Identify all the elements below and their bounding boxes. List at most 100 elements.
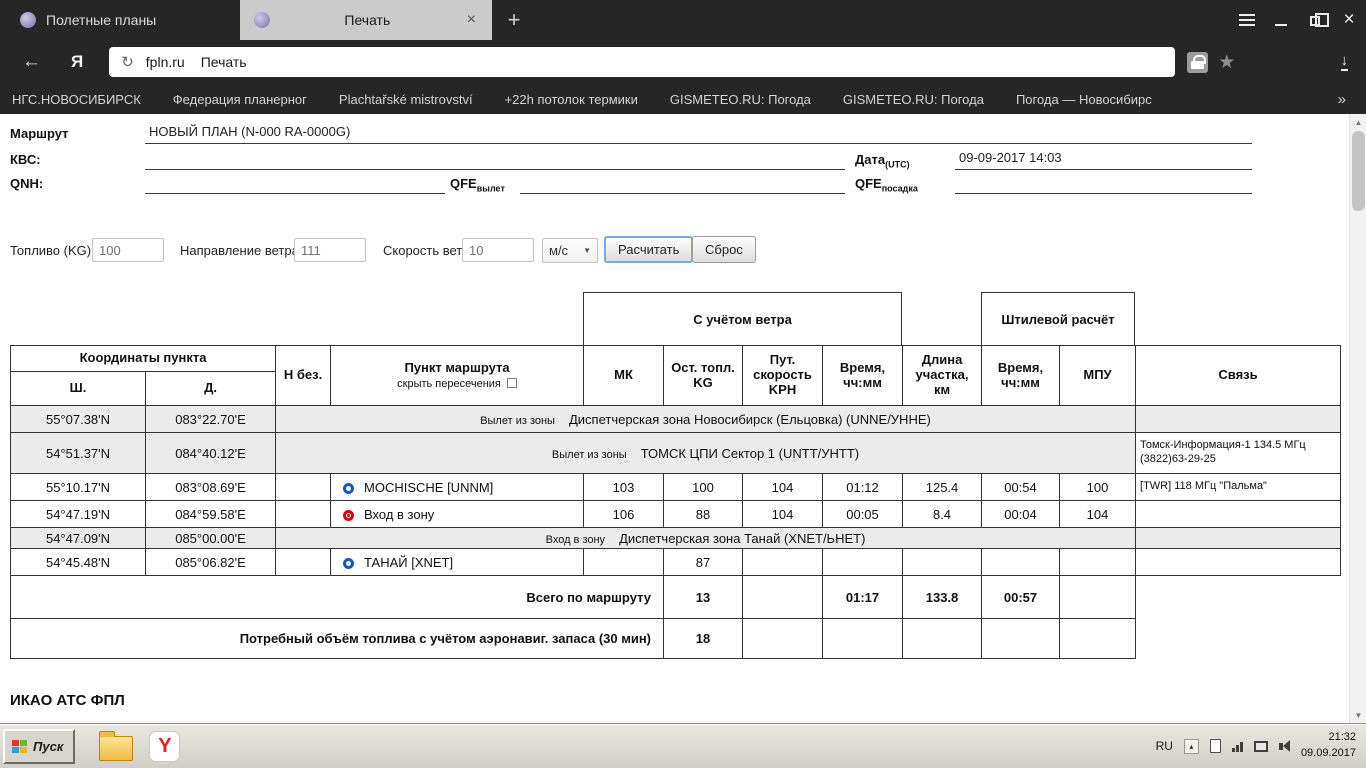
lon-cell: 083°08.69'E: [146, 474, 276, 501]
zone-row: 55°07.38'N 083°22.70'E Вылет из зоныДисп…: [11, 406, 1341, 433]
time-calm-cell: [982, 549, 1060, 576]
refresh-icon[interactable]: ↻: [121, 53, 134, 71]
mpu-cell: 104: [1060, 501, 1136, 528]
col-header-mpu: МПУ: [1060, 346, 1136, 406]
taskbar: Пуск Y RU ▴ 21:32 09.09.2017: [0, 723, 1366, 768]
lon-cell: 085°00.00'E: [146, 528, 276, 549]
close-window-button[interactable]: ×: [1332, 0, 1366, 40]
language-indicator[interactable]: RU: [1156, 739, 1173, 753]
route-field[interactable]: НОВЫЙ ПЛАН (N-000 RA-0000G): [145, 124, 1252, 144]
qnh-field[interactable]: [145, 174, 445, 194]
gs-cell: 104: [743, 501, 823, 528]
wind-direction-input[interactable]: [294, 238, 366, 262]
waypoint-radio-selected-icon[interactable]: [343, 510, 354, 521]
waypoint-row: 54°45.48'N 085°06.82'E ТАНАЙ [XNET] 87: [11, 549, 1341, 576]
clipboard-tray-icon[interactable]: [1210, 739, 1221, 753]
wind-unit-select[interactable]: м/с ▼: [542, 238, 598, 263]
pic-field[interactable]: [145, 150, 845, 170]
required-fuel-label-cell: Потребный объём топлива с учётом аэронав…: [11, 619, 664, 659]
mpu-cell: [1060, 549, 1136, 576]
url-field[interactable]: ↻ fpln.ru Печать: [109, 47, 1175, 77]
hide-crossings-checkbox[interactable]: [507, 378, 517, 388]
scrollbar-thumb[interactable]: [1352, 131, 1365, 211]
bookmark-item[interactable]: GISMETEO.RU: Погода: [843, 92, 984, 107]
route-table: Координаты пункта Н без. Пункт маршрута …: [10, 345, 1341, 659]
zone-cell: Вылет из зоныДиспетчерская зона Новосиби…: [276, 406, 1136, 433]
col-header-leg-length: Длина участка, км: [903, 346, 982, 406]
new-tab-button[interactable]: +: [492, 0, 536, 40]
download-icon[interactable]: ↓: [1341, 53, 1349, 71]
taskbar-clock[interactable]: 21:32 09.09.2017: [1301, 730, 1356, 762]
fuel-input[interactable]: [92, 238, 164, 262]
lon-cell: 084°59.58'E: [146, 501, 276, 528]
folder-icon[interactable]: [99, 736, 133, 761]
waypoint-radio-icon[interactable]: [343, 483, 354, 494]
lat-cell: 55°07.38'N: [11, 406, 146, 433]
wind-unit-value: м/с: [549, 243, 568, 258]
lock-icon[interactable]: [1187, 52, 1208, 73]
signal-bars-icon[interactable]: [1232, 741, 1243, 752]
col-header-height: Н без.: [276, 346, 331, 406]
reset-button[interactable]: Сброс: [692, 236, 756, 263]
tab-flight-plans[interactable]: Полетные планы: [0, 0, 240, 40]
waypoint-radio-icon[interactable]: [343, 558, 354, 569]
bookmark-item[interactable]: Погода — Новосибирс: [1016, 92, 1152, 107]
col-header-fuel: Ост. топл. KG: [664, 346, 743, 406]
lon-cell: 085°06.82'E: [146, 549, 276, 576]
browser-menu-button[interactable]: [1230, 0, 1264, 40]
waypoint-row: 55°10.17'N 083°08.69'E MOCHISCHE [UNNM] …: [11, 474, 1341, 501]
date-field[interactable]: 09-09-2017 14:03: [955, 150, 1252, 170]
restore-icon: [1310, 16, 1320, 26]
chevron-down-icon: ▼: [583, 246, 591, 255]
qfe-departure-field[interactable]: [520, 174, 845, 194]
fuel-cell: 100: [664, 474, 743, 501]
zone-row: 54°51.37'N 084°40.12'E Вылет из зоныТОМС…: [11, 433, 1341, 474]
col-header-lon: Д.: [146, 372, 276, 406]
scroll-up-icon[interactable]: ▲: [1350, 114, 1366, 130]
qfe-arrival-field[interactable]: [955, 174, 1252, 194]
col-header-mk: МК: [584, 346, 664, 406]
address-bar: ← Я ↻ fpln.ru Печать ★ ↓: [0, 40, 1366, 84]
wind-speed-input[interactable]: [462, 238, 534, 262]
tab-close-icon[interactable]: ×: [465, 11, 478, 29]
date-label: Дата(UTC): [855, 152, 910, 170]
col-header-time-calm: Время, чч:мм: [982, 346, 1060, 406]
qnh-label: QNH:: [10, 176, 43, 191]
lat-cell: 54°45.48'N: [11, 549, 146, 576]
icao-section-title: ИКАО АТС ФПЛ: [10, 692, 125, 709]
calculate-button[interactable]: Расчитать: [604, 236, 693, 263]
network-tray-icon[interactable]: [1254, 741, 1268, 752]
total-time-calm-cell: 00:57: [982, 576, 1060, 619]
bookmark-item[interactable]: +22h потолок термики: [505, 92, 638, 107]
yandex-button[interactable]: Я: [71, 52, 83, 72]
tab-bar: Полетные планы Печать × + ×: [0, 0, 1366, 40]
group-header-wind: С учётом ветра: [583, 292, 902, 346]
lat-cell: 54°51.37'N: [11, 433, 146, 474]
bookmarks-overflow-button[interactable]: »: [1338, 91, 1354, 108]
waypoint-row: 54°47.19'N 084°59.58'E Вход в зону 106 8…: [11, 501, 1341, 528]
tab-favicon-icon: [254, 12, 270, 28]
start-button[interactable]: Пуск: [3, 729, 75, 764]
tray-expand-icon[interactable]: ▴: [1184, 739, 1199, 754]
time-calm-cell: 00:54: [982, 474, 1060, 501]
bookmark-item[interactable]: Федерация планерног: [173, 92, 307, 107]
back-button[interactable]: ←: [22, 51, 41, 73]
bookmark-star-icon[interactable]: ★: [1218, 51, 1235, 74]
minimize-button[interactable]: [1264, 0, 1298, 40]
comm-cell: [1136, 406, 1341, 433]
vertical-scrollbar[interactable]: ▲ ▼: [1349, 114, 1366, 723]
bookmark-item[interactable]: GISMETEO.RU: Погода: [670, 92, 811, 107]
scroll-down-icon[interactable]: ▼: [1350, 707, 1366, 723]
speaker-icon[interactable]: [1279, 740, 1290, 752]
bookmark-item[interactable]: НГС.НОВОСИБИРСК: [12, 92, 141, 107]
tab-title: Печать: [280, 12, 455, 28]
restore-button[interactable]: [1298, 0, 1332, 40]
route-label: Маршрут: [10, 126, 69, 141]
table-header-row: Координаты пункта Н без. Пункт маршрута …: [11, 346, 1341, 372]
col-header-lat: Ш.: [11, 372, 146, 406]
col-header-comm: Связь: [1136, 346, 1341, 406]
tab-print[interactable]: Печать ×: [240, 0, 492, 40]
yandex-browser-icon[interactable]: Y: [149, 731, 180, 762]
bookmark-item[interactable]: Plachtařské mistrovství: [339, 92, 473, 107]
total-row: Всего по маршруту 13 01:17 133.8 00:57: [11, 576, 1341, 619]
